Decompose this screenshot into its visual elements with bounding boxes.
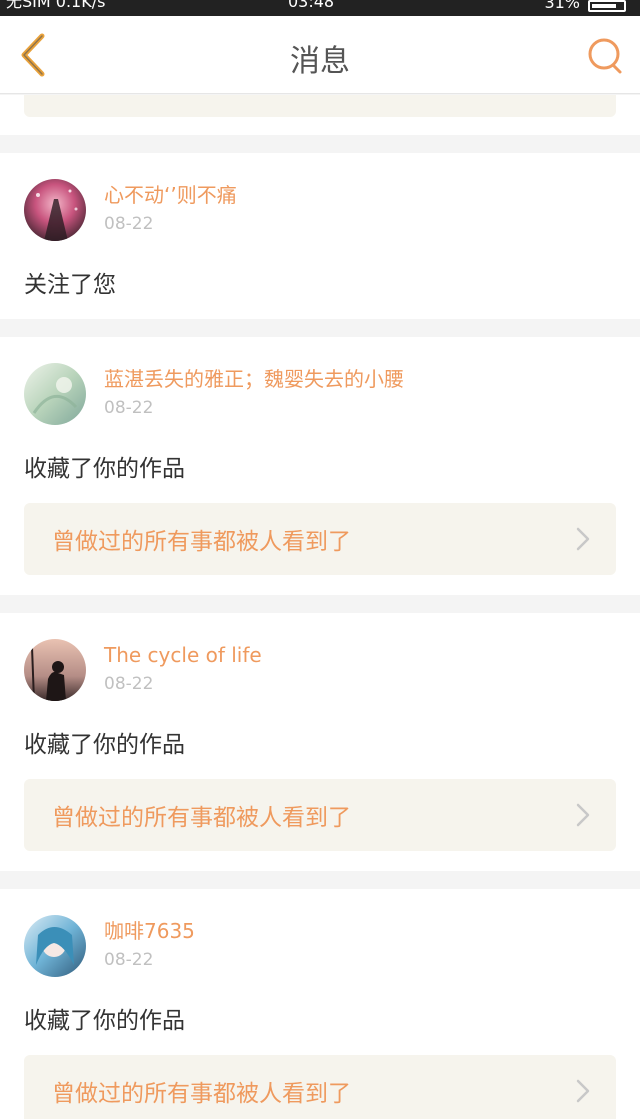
notification-list: 心不动‘’则不痛 08-22 关注了您 蓝湛丢失的雅正；魏婴失去的小腰 08-2… (0, 95, 640, 1119)
notification-item: The cycle of life 08-22 收藏了你的作品 曾做过的所有事都… (0, 613, 640, 871)
status-right: 31% (544, 0, 626, 12)
chevron-right-icon (576, 527, 590, 551)
chevron-right-icon (576, 803, 590, 827)
page-title: 消息 (290, 44, 350, 79)
notification-date: 08-22 (104, 950, 154, 970)
divider (0, 319, 640, 337)
chevron-right-icon (576, 1079, 590, 1103)
avatar[interactable] (24, 179, 86, 241)
notification-item: 咖啡7635 08-22 收藏了你的作品 曾做过的所有事都被人看到了 (0, 889, 640, 1119)
username-link[interactable]: 咖啡7635 (104, 919, 195, 944)
battery-icon (588, 0, 626, 12)
search-button[interactable] (586, 36, 626, 76)
username-link[interactable]: 心不动‘’则不痛 (104, 183, 237, 208)
divider (0, 871, 640, 889)
work-link[interactable]: 曾做过的所有事都被人看到了 (24, 779, 616, 851)
notification-action: 收藏了你的作品 (24, 456, 185, 482)
divider (0, 595, 640, 613)
work-link[interactable]: 曾做过的所有事都被人看到了 (24, 503, 616, 575)
notification-action: 关注了您 (24, 272, 116, 298)
divider (0, 135, 640, 153)
status-bar: 无SIM 0.1K/s 03:48 31% (0, 0, 640, 16)
notification-item: 蓝湛丢失的雅正；魏婴失去的小腰 08-22 收藏了你的作品 曾做过的所有事都被人… (0, 337, 640, 595)
notification-date: 08-22 (104, 214, 154, 234)
work-title: 曾做过的所有事都被人看到了 (52, 805, 351, 831)
notification-item: 心不动‘’则不痛 08-22 关注了您 (0, 153, 640, 319)
username-link[interactable]: 蓝湛丢失的雅正；魏婴失去的小腰 (104, 367, 404, 392)
notification-action: 收藏了你的作品 (24, 1008, 185, 1034)
avatar[interactable] (24, 639, 86, 701)
work-title: 曾做过的所有事都被人看到了 (52, 529, 351, 555)
work-link[interactable]: 曾做过的所有事都被人看到了 (24, 1055, 616, 1119)
work-title: 曾做过的所有事都被人看到了 (52, 1081, 351, 1107)
notification-date: 08-22 (104, 398, 154, 418)
avatar[interactable] (24, 915, 86, 977)
nav-bar: 消息 (0, 16, 640, 94)
username-link[interactable]: The cycle of life (104, 643, 262, 668)
avatar[interactable] (24, 363, 86, 425)
carrier-text: 无SIM 0.1K/s (6, 0, 106, 11)
previous-card-bottom (0, 95, 640, 135)
clock-text: 03:48 (288, 0, 335, 11)
work-link-partial[interactable] (24, 95, 616, 117)
notification-date: 08-22 (104, 674, 154, 694)
notification-action: 收藏了你的作品 (24, 732, 185, 758)
search-icon (588, 38, 622, 74)
battery-text: 31% (544, 0, 580, 12)
